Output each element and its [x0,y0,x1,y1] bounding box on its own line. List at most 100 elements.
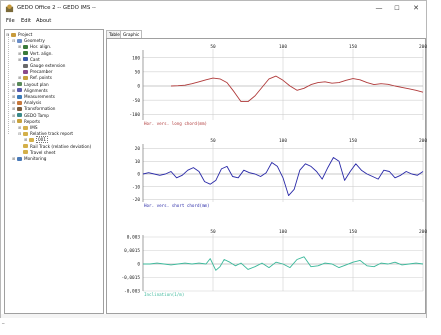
tree-item-label: Monitoring [24,156,47,161]
tree-item-label: Analysis [24,100,42,106]
tree-item-label: Ref. points [30,75,52,81]
measurements-icon [17,94,22,99]
series-line [170,75,424,103]
y-tick-label: -10 [132,184,140,190]
window-title: GEDO Office 2 -- GEDO IMS -- [17,5,96,11]
tree-item-label: Layout plan [24,81,49,87]
y-tick-label: 0 [137,84,140,90]
tree-item[interactable]: ⊞ 001 [24,136,48,144]
x-tick-label: 100 [279,44,287,50]
tree-item-label: Alignments [24,87,48,93]
geometry-icon [17,38,22,43]
pencil-icon [23,44,28,49]
pencil-icon [23,51,28,56]
menu-edit[interactable]: Edit [21,18,31,24]
reports-icon [17,119,22,124]
folder-icon [11,32,16,37]
maximize-button[interactable]: ☐ [390,3,404,14]
points-icon [23,75,28,80]
transformation-icon [17,106,22,111]
precamber-icon [23,69,28,74]
tree-item[interactable]: ⊟ Project [6,32,32,38]
y-tick-label: -50 [132,98,140,104]
status-bar [1,314,426,318]
report-item-icon [29,137,34,142]
title-bar[interactable]: GEDO Office 2 -- GEDO IMS -- — ☐ ✕ [1,1,426,17]
tree-item-label: Hor. align. [30,44,52,50]
report-icon [23,144,28,149]
tree-item[interactable]: ⊞ Hor. align. [18,44,51,50]
mark-a: _ [2,318,5,324]
tree-item-label: Measurements [24,94,55,99]
y-tick-label: 10 [135,159,141,165]
tree-item[interactable]: ⊞ Transformation [12,106,55,112]
y-tick-label: 0,003 [127,235,141,241]
chart-title: Hor. vers. short chord(mm) [144,203,210,208]
tree-item[interactable]: Rail Track (relative deviation) [18,144,91,150]
tree-item-label: Travel sheet [30,149,56,155]
tree-item[interactable]: ⊞ Ref. points [18,75,52,81]
menu-about[interactable]: About [36,18,51,24]
menu-bar: File Edit About [1,17,426,27]
x-tick-label: 50 [210,229,216,235]
y-tick-label: 100 [132,55,140,61]
tree-item-label: Vert. align. [30,50,53,56]
tree-item-label: Precamber [30,69,53,75]
tree-guide-line [8,34,9,134]
corner-marks: _ [2,318,5,324]
tree-item[interactable]: ⊟ Geometry [12,38,45,44]
tree-item[interactable]: ⊞ Cant [18,57,40,63]
tree-item[interactable]: ⊞ Alignments [12,88,48,94]
tree-item[interactable]: ⊟ Reports [12,119,40,125]
tree-item[interactable]: Precamber [18,69,53,75]
y-tick-label: 0,0015 [124,248,140,254]
report-icon [23,131,28,136]
gauge-icon [23,63,28,68]
y-tick-label: 20 [135,146,141,152]
tree-item-label: Geometry [24,38,45,44]
tree-item[interactable]: ⊞ Analysis [12,100,41,106]
x-tick-label: 50 [210,138,216,144]
tree-item[interactable]: ⊞ Layout plan [12,82,49,88]
x-tick-label: 150 [349,44,357,50]
tree-item-label: Transformation [24,106,56,112]
y-tick-label: -0,003 [124,289,140,295]
menu-file[interactable]: File [6,18,15,24]
tree-item-label: Cant [30,56,40,62]
tree-item-label: Rail Track (relative deviation) [30,143,92,149]
charts-canvas: 50 100 150 200100500-50-100Hor. vers. long … [121,44,427,297]
tree-item[interactable]: Gauge extension [18,63,65,69]
tree-item-label: Gauge extension [30,63,66,68]
tree-item[interactable]: ⊞ Vert. align. [18,51,53,57]
tree-item[interactable]: ⊞ Measurements [12,94,55,100]
alignments-icon [17,88,22,93]
tree-item[interactable]: ⊞ GEDO Tamp [12,113,49,119]
tree-item[interactable]: Travel sheet [18,150,55,156]
minimize-button[interactable]: — [372,3,386,14]
graphic-panel: 50 100 150 200 100 50 0 -50 -100 Hor. vers. long … [106,38,427,314]
x-tick-label: 200 [419,138,427,144]
tree-item[interactable]: ⊞ Monitoring [12,156,46,162]
tree-item-label: GEDO Tamp [24,112,49,118]
y-tick-label: 0 [137,172,140,178]
y-tick-label: -20 [132,197,140,203]
y-tick-label: 50 [135,69,141,75]
close-button[interactable]: ✕ [409,3,423,14]
monitoring-icon [17,156,22,161]
tree-item-label: IMS [30,125,38,130]
y-tick-label: -0,0015 [121,275,140,281]
tamp-icon [17,113,22,118]
x-tick-label: 50 [210,44,216,50]
project-tree[interactable]: ⊟ Project ⊟ Geometry ⊞ Hor. align. ⊞ Vert. alig… [4,29,104,314]
cant-icon [23,57,28,62]
tree-item[interactable]: ⊞ IMS [18,125,38,131]
chart-title: Inclination(1/m) [144,292,184,297]
tree-item-label: Reports [24,118,41,124]
x-tick-label: 100 [279,229,287,235]
layout-icon [17,82,22,87]
x-tick-label: 150 [349,229,357,235]
report-icon [23,125,28,130]
tree-item-label: 001 [36,136,48,144]
tree-item-label: Project [18,32,33,37]
main-window: GEDO Office 2 -- GEDO IMS -- — ☐ ✕ File … [0,0,427,318]
